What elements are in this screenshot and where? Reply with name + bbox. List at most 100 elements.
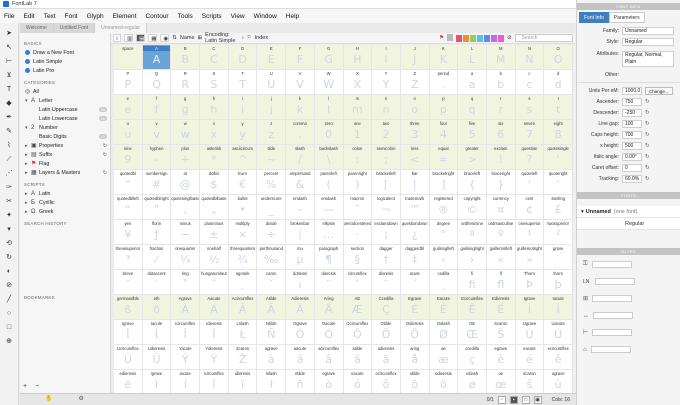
glyph-cell[interactable]: parenright) <box>343 170 373 195</box>
medium-cells-icon[interactable]: ▪ <box>509 395 518 404</box>
glyph-cell[interactable]: ll <box>314 95 344 120</box>
menu-glyph[interactable]: Glyph <box>87 13 104 20</box>
glyph-cell[interactable]: Ntilde Ñ <box>257 320 287 345</box>
glyph-cell[interactable]: ecircumflex ê <box>544 345 573 370</box>
glyph-cell[interactable]: edieresis ë <box>114 370 143 393</box>
glyph-cell[interactable]: Eacute É <box>429 295 459 320</box>
glyph-cell[interactable]: tt <box>544 95 573 120</box>
glyph-cell[interactable]: eacute é <box>515 345 545 370</box>
chevron-down-icon[interactable]: ▾ <box>25 125 29 131</box>
glyph-cell[interactable]: cent ¢ <box>515 195 545 220</box>
rapid-tool-icon[interactable]: ⋰ <box>5 169 14 178</box>
glyph-cell[interactable]: nn <box>372 95 401 120</box>
power-nib-tool-icon[interactable]: ✑ <box>5 183 14 192</box>
glyph-cell[interactable]: Zcaron Ž <box>228 345 258 370</box>
upm-field[interactable]: 1000.0 <box>622 86 642 95</box>
glyph-cell[interactable]: germandbls ß <box>114 295 143 320</box>
attributes-field[interactable]: Regular, Normal, Plain <box>622 51 674 67</box>
glyph-cell[interactable]: copyright © <box>458 195 487 220</box>
rectangle-tool-icon[interactable]: □ <box>5 323 14 332</box>
glyph-char-field[interactable] <box>591 261 632 268</box>
encoding-select[interactable]: Encoding: Latin Simple <box>205 32 239 44</box>
glyph-cell[interactable]: registered ® <box>429 195 459 220</box>
glyph-cell[interactable]: Udieresis Ü <box>142 345 172 370</box>
tab-parameters[interactable]: Parameters <box>608 12 645 23</box>
glyph-cell[interactable]: grave ` <box>544 245 573 270</box>
glyph-cell[interactable]: OO <box>544 45 573 70</box>
refresh-icon[interactable]: ↻ <box>645 154 650 160</box>
glyph-cell[interactable]: Otilde Õ <box>372 320 401 345</box>
glyph-cell[interactable]: guilsinglright › <box>458 245 487 270</box>
glyph-cell[interactable]: Thorn Þ <box>515 270 545 295</box>
guide-tool-icon[interactable]: ⊘ <box>5 281 14 290</box>
font-style-entry[interactable]: Regular <box>577 218 680 230</box>
glyph-cell[interactable]: Iacute Í <box>142 320 172 345</box>
glyph-cell[interactable]: Scaron Š <box>486 320 516 345</box>
glyph-cell[interactable]: degree ° <box>429 220 459 245</box>
glyph-cell[interactable]: egrave è <box>486 345 516 370</box>
glyph-cell[interactable]: zz <box>257 120 287 145</box>
kerning-tool-icon[interactable]: ⊻ <box>5 71 14 80</box>
tab-untitled-font[interactable]: Untitled Font <box>53 23 96 33</box>
glyph-cell[interactable]: one 1 <box>343 120 373 145</box>
glyph-cell[interactable]: endash – <box>286 195 315 220</box>
refresh-icon[interactable]: ↻ <box>645 165 650 171</box>
sidebar-item-greek[interactable]: ▸ Ω Greek <box>23 207 107 216</box>
metric-field[interactable]: 500 <box>622 141 642 150</box>
glyph-cell[interactable]: percent% <box>257 170 287 195</box>
glyph-cell[interactable]: section § <box>343 245 373 270</box>
metric-field[interactable]: 100 <box>622 119 642 128</box>
glyph-cell[interactable]: multiply × <box>228 220 258 245</box>
glyph-cell[interactable]: daggerdbl ‡ <box>400 245 430 270</box>
glyph-cell[interactable]: perthousand ‰ <box>257 245 287 270</box>
glyph-cell[interactable]: LL <box>458 45 487 70</box>
refresh-icon[interactable]: ↻ <box>645 121 650 127</box>
glyph-cell[interactable]: thorn þ <box>544 270 573 295</box>
glyph-cell[interactable]: II <box>372 45 401 70</box>
glyph-cell[interactable]: fraction ⁄ <box>142 245 172 270</box>
index-mode[interactable]: Index <box>255 35 268 41</box>
rotate-tool-icon[interactable]: ↻ <box>5 253 14 262</box>
sidebar-item-number[interactable]: ▾ 2 Number <box>23 123 107 132</box>
refresh-icon[interactable]: ↻ <box>645 132 650 138</box>
glyph-cell[interactable]: bar | <box>400 170 430 195</box>
element-tool-icon[interactable]: ↖ <box>5 43 14 52</box>
sidebar-item-latin[interactable]: ▸ A Latin <box>23 189 107 198</box>
glyph-cell[interactable]: oe œ <box>487 370 516 393</box>
sidebar-item-layers-masters[interactable]: ▸ ▦ Layers & Masters ↻ <box>23 168 107 177</box>
glyph-cell[interactable]: slash / <box>286 145 315 170</box>
chevron-right-icon[interactable]: ▸ <box>25 161 29 167</box>
glyph-cell[interactable]: AE Æ <box>343 295 373 320</box>
glyph-cell[interactable]: florin ƒ <box>142 220 172 245</box>
glyph-cell[interactable]: exclamdown ¡ <box>372 220 401 245</box>
color-flag-icon[interactable]: ⚑ <box>439 35 444 41</box>
glyph-cell[interactable]: macron ¯ <box>343 195 373 220</box>
info-toggle-icon[interactable]: i <box>113 34 121 42</box>
chevron-down-icon[interactable]: ▾ <box>25 98 29 104</box>
change-upm-button[interactable]: Change... <box>645 86 673 95</box>
glyph-tag-field[interactable] <box>590 346 631 353</box>
glyph-cell[interactable]: Ecircumflex Ê <box>458 295 487 320</box>
metric-field[interactable]: 750 <box>622 97 642 106</box>
glyph-cell[interactable]: XX <box>343 70 373 95</box>
glyph-cell[interactable]: Oslash Ø <box>429 320 459 345</box>
glyph-cell[interactable]: plus + <box>171 145 201 170</box>
glyph-cell[interactable]: less < <box>400 145 430 170</box>
sidebar-item-all[interactable]: ◎ All <box>23 87 107 96</box>
glyph-cell[interactable]: VV <box>286 70 315 95</box>
sidebar-item-properties[interactable]: ▸ ▣ Properties ↻ <box>23 141 107 150</box>
glyph-cell[interactable]: asterisk * <box>200 145 229 170</box>
font-entry[interactable]: ▾ Unnamed (one font) <box>577 206 680 218</box>
glyph-cell[interactable]: guilsinglleft ‹ <box>429 245 459 270</box>
glyph-cell[interactable]: lslash ł <box>257 370 287 393</box>
contour-tool-icon[interactable]: ➤ <box>5 29 14 38</box>
glyph-cell[interactable]: ampersand & <box>286 170 315 195</box>
hand-tool-icon[interactable]: ✦ <box>5 211 14 220</box>
sidebar-item-letter[interactable]: ▾ A Letter <box>23 96 107 105</box>
eraser-tool-icon[interactable]: ◆ <box>5 99 14 108</box>
glyph-cell[interactable]: Egrave È <box>400 295 430 320</box>
glyph-cell[interactable]: Lslash Ł <box>228 320 258 345</box>
metric-field[interactable]: 0.00° <box>622 152 642 161</box>
glyph-cell[interactable]: seven 7 <box>515 120 545 145</box>
glyph-cell[interactable]: rr <box>486 95 516 120</box>
